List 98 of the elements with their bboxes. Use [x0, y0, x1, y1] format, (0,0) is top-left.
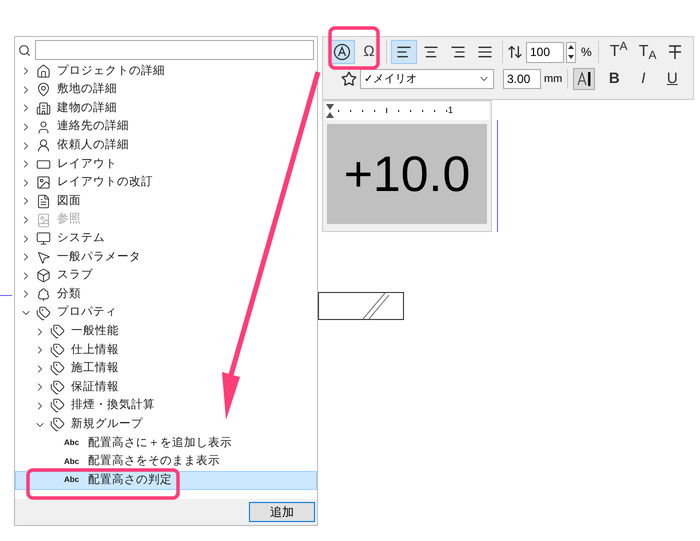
item-label: 図面	[57, 194, 81, 209]
justify-icon	[477, 44, 493, 60]
house-icon	[36, 64, 51, 79]
item-label: 依頼人の詳細	[57, 138, 129, 154]
tag-icon	[50, 342, 65, 358]
item-label: 新規グループ	[71, 416, 143, 432]
font-dropdown[interactable]: ✓メイリオ	[360, 69, 494, 89]
text-style-button[interactable]: U	[662, 68, 682, 90]
item-label: 参照	[57, 212, 81, 228]
text-type-tag: Abc	[64, 437, 84, 450]
item-label: 配置高さをそのまま表示	[88, 453, 220, 470]
align-center-icon	[423, 44, 439, 60]
item-label: 分類	[57, 286, 81, 302]
tree-item[interactable]: 一般性能	[15, 322, 317, 341]
tag-icon	[50, 324, 65, 340]
reference-icon	[36, 212, 51, 228]
text-color-button[interactable]	[573, 68, 596, 90]
map-pin-icon	[36, 82, 51, 98]
item-label: プロジェクトの詳細	[57, 63, 165, 79]
size-field[interactable]: 3.00	[503, 69, 541, 89]
tree-item[interactable]: 依頼人の詳細	[15, 136, 317, 155]
tree-item[interactable]: レイアウトの改訂	[15, 174, 317, 192]
unit-label: mm	[544, 72, 562, 87]
item-label: 一般性能	[71, 324, 119, 339]
ruler-number: 1	[448, 104, 454, 118]
spin-buttons[interactable]	[566, 42, 576, 62]
tree-item[interactable]: 分類	[15, 285, 317, 304]
tree-item[interactable]: 保証情報	[15, 378, 317, 397]
item-label: 一般パラメータ	[57, 250, 141, 265]
text-color-icon	[577, 71, 592, 87]
highlight-frame	[328, 26, 380, 70]
tree-item[interactable]: 敷地の詳細	[15, 80, 317, 100]
item-label: プロパティ	[57, 304, 117, 320]
tree-item[interactable]: 図面	[15, 192, 317, 211]
tree-item[interactable]: 一般パラメータ	[15, 248, 317, 267]
tree-item[interactable]: 新規グループ	[15, 415, 317, 434]
tree-item[interactable]: プロジェクトの詳細	[15, 62, 317, 81]
tree-item[interactable]: プロパティ	[15, 304, 317, 322]
text-type-tag: Abc	[64, 474, 84, 486]
strikethrough-icon	[668, 44, 682, 60]
item-label: スラブ	[57, 268, 93, 284]
text-preview: +10.0	[327, 124, 487, 224]
tag-icon	[50, 417, 65, 432]
autotext-icon	[333, 43, 351, 61]
slab-icon	[36, 268, 51, 284]
search-field[interactable]	[35, 40, 314, 60]
item-label: 配置高さの判定	[88, 472, 172, 488]
tree-item[interactable]: Abc 配置高さの判定	[15, 471, 317, 490]
text-style-button[interactable]: B	[604, 68, 624, 90]
tag-icon	[36, 306, 51, 321]
add-button[interactable]: 追加	[249, 502, 315, 522]
align-left-icon	[396, 44, 412, 60]
tree-icon	[36, 286, 51, 302]
building-icon	[36, 100, 51, 116]
canvas-line	[0, 295, 12, 296]
tag-icon	[50, 361, 65, 376]
item-label: 施工情報	[71, 360, 119, 376]
favorite-icon[interactable]	[341, 71, 357, 87]
monitor-icon	[36, 231, 51, 246]
search-icon	[18, 44, 31, 56]
tree-item[interactable]: システム	[15, 229, 317, 248]
text-style-button[interactable]: I	[633, 68, 654, 90]
tag-icon	[50, 380, 65, 395]
item-label: 建物の詳細	[57, 100, 117, 116]
drawing-sheet-icon	[36, 194, 51, 209]
item-label: 仕上情報	[71, 342, 119, 358]
cursor-icon	[36, 250, 51, 265]
line-spacing-field[interactable]: 100	[526, 42, 564, 62]
align-left-button[interactable]	[391, 40, 417, 64]
align-right-icon	[450, 44, 466, 60]
image-icon	[36, 175, 51, 190]
item-label: 敷地の詳細	[57, 82, 117, 98]
tree-item[interactable]: レイアウト	[15, 154, 317, 174]
tree-item[interactable]: Abc 配置高さに＋を追加し表示	[15, 434, 317, 452]
line-spacing-icon	[507, 44, 523, 60]
tree-item[interactable]: 建物の詳細	[15, 99, 317, 118]
tree-item[interactable]: スラブ	[15, 266, 317, 286]
item-label: 保証情報	[71, 380, 119, 395]
item-label: 配置高さに＋を追加し表示	[88, 435, 232, 451]
text-style-button[interactable]: T$_{A}$	[634, 40, 662, 64]
text-style-button[interactable]: T$^{A}$	[604, 40, 633, 64]
tag-icon	[50, 398, 65, 414]
tree-item[interactable]: 施工情報	[15, 360, 317, 378]
symbol-button[interactable]: Ω	[356, 40, 382, 64]
tree-item[interactable]: 仕上情報	[15, 340, 317, 360]
tree-item[interactable]: 連絡先の詳細	[15, 118, 317, 136]
person-icon	[36, 138, 51, 154]
person-icon	[36, 120, 51, 135]
item-label: レイアウト	[57, 156, 117, 172]
item-label: システム	[57, 231, 105, 246]
item-label: 排煙・換気計算	[71, 397, 155, 414]
text-type-tag: Abc	[64, 456, 84, 468]
item-label: 連絡先の詳細	[57, 118, 129, 134]
tab-marker-icon	[326, 104, 334, 118]
tree-item[interactable]: Abc 配置高さをそのまま表示	[15, 452, 317, 472]
item-label: レイアウトの改訂	[57, 174, 153, 190]
percent-label: %	[581, 44, 592, 61]
tree-item[interactable]: 排煙・換気計算	[15, 396, 317, 416]
